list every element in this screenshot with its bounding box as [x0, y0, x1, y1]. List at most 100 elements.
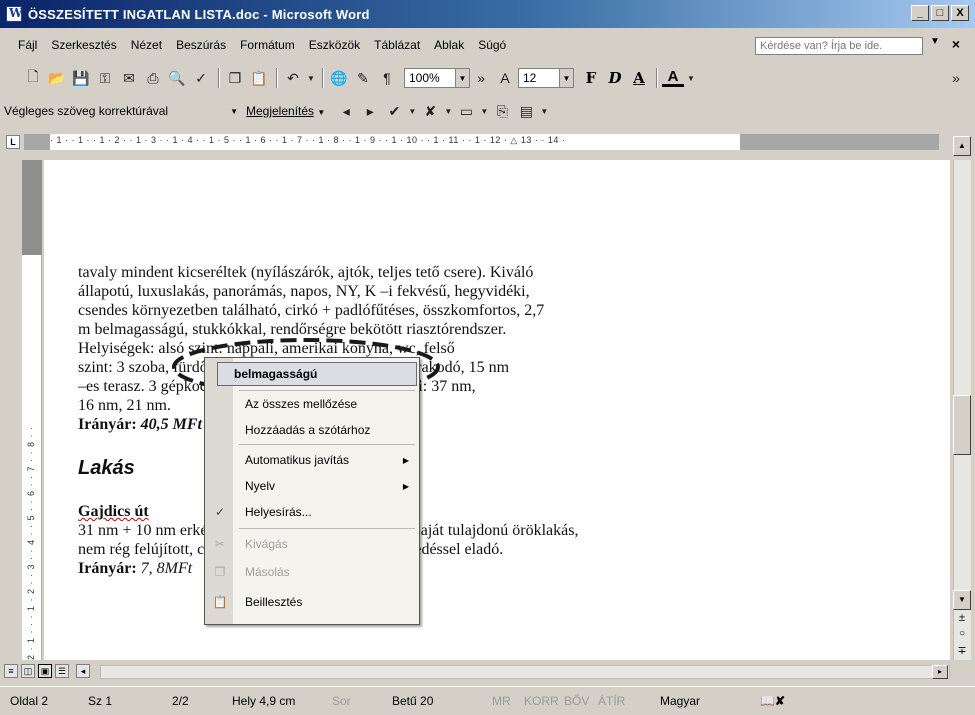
submenu-arrow-icon: ▶: [402, 455, 409, 465]
close-button[interactable]: X: [951, 5, 969, 21]
vertical-ruler-marks: 2 · 1 · · · 1 · 2 · · 3 · · 4 · · 5 · · …: [26, 425, 36, 660]
show-menu-button[interactable]: Megjelenítés ▼: [246, 104, 325, 118]
print-icon[interactable]: ⎙: [142, 67, 164, 89]
undo-icon[interactable]: ↶: [282, 67, 304, 89]
copy-item[interactable]: ❐ Másolás: [205, 560, 419, 584]
web-layout-icon[interactable]: ◫: [21, 664, 35, 678]
status-track-changes[interactable]: KORR: [524, 694, 559, 708]
new-document-icon[interactable]: 🗋: [22, 67, 44, 89]
autocorrect-item[interactable]: Automatikus javítás ▶: [205, 448, 419, 472]
zoom-select[interactable]: 100% ▼: [404, 68, 470, 88]
previous-change-icon[interactable]: ◂: [335, 100, 357, 122]
save-icon[interactable]: 💾: [70, 67, 92, 89]
spelling-context-menu: belmagasságú Az összes mellőzése Hozzáad…: [204, 357, 420, 625]
font-size-select[interactable]: 12 ▼: [518, 68, 574, 88]
track-changes-icon[interactable]: ⎘: [491, 100, 513, 122]
font-color-dropdown-icon[interactable]: ▼: [686, 67, 696, 89]
underline-button[interactable]: A: [628, 67, 650, 89]
display-for-review-select[interactable]: Végleges szöveg korrektúrával ▼: [4, 101, 242, 121]
menu-file[interactable]: Fájl: [18, 38, 37, 52]
print-preview-icon[interactable]: 🔍: [166, 67, 188, 89]
document-page[interactable]: tavaly mindent kicseréltek (nyílászárók,…: [44, 160, 950, 660]
font-size-value: 12: [523, 71, 537, 85]
cut-item[interactable]: ✂ Kivágás: [205, 532, 419, 556]
status-extend[interactable]: BŐV: [564, 694, 589, 708]
outline-view-icon[interactable]: ☰: [55, 664, 69, 678]
scroll-up-icon[interactable]: ▲: [953, 136, 971, 156]
next-page-icon[interactable]: ∓: [953, 644, 971, 658]
horizontal-ruler[interactable]: · 1 · · 1 · · 1 · 2 · · 1 · 3 · · 1 · 4 …: [24, 134, 939, 150]
email-icon[interactable]: ✉: [118, 67, 140, 89]
next-change-icon[interactable]: ▸: [359, 100, 381, 122]
add-to-dictionary-label: Hozzáadás a szótárhoz: [245, 423, 371, 437]
reject-dropdown-icon[interactable]: ▼: [443, 100, 453, 122]
language-item[interactable]: Nyelv ▶: [205, 474, 419, 498]
insert-comment-icon[interactable]: ▭: [455, 100, 477, 122]
tab-selector[interactable]: L: [6, 135, 20, 149]
permission-icon[interactable]: ⚿: [94, 67, 116, 89]
toolbar-separator: [656, 68, 658, 88]
scroll-right-icon[interactable]: ▸: [932, 665, 948, 679]
ignore-all-label: Az összes mellőzése: [245, 397, 358, 411]
paste-icon[interactable]: 📋: [248, 67, 270, 89]
minimize-button[interactable]: _: [911, 5, 929, 21]
submenu-arrow-icon: ▶: [402, 481, 409, 491]
doc-line: állapotú, luxuslakás, panorámás, napos, …: [78, 283, 530, 300]
menu-insert[interactable]: Beszúrás: [176, 38, 226, 52]
font-color-button[interactable]: A: [662, 68, 684, 87]
status-record-macro[interactable]: MR: [492, 694, 511, 708]
scrollbar-thumb[interactable]: [953, 395, 971, 455]
maximize-button[interactable]: □: [931, 5, 949, 21]
italic-button[interactable]: D: [604, 67, 626, 89]
toolbar-options-icon[interactable]: »: [470, 67, 492, 89]
menu-help[interactable]: Súgó: [478, 38, 506, 52]
copy-label: Másolás: [245, 565, 290, 579]
paste-item[interactable]: 📋 Beillesztés: [205, 590, 419, 614]
hyperlink-icon[interactable]: 🌐: [328, 67, 350, 89]
chevron-down-icon: ▼: [559, 69, 573, 87]
spelling-item[interactable]: ✓ Helyesírás...: [205, 500, 419, 524]
menu-edit[interactable]: Szerkesztés: [51, 38, 116, 52]
bold-button[interactable]: F: [580, 67, 602, 89]
scroll-down-icon[interactable]: ▼: [953, 590, 971, 610]
previous-page-icon[interactable]: ±: [953, 612, 971, 626]
menu-table[interactable]: Táblázat: [374, 38, 420, 52]
undo-dropdown-icon[interactable]: ▼: [306, 67, 316, 89]
reject-change-icon[interactable]: ✘: [419, 100, 441, 122]
style-icon[interactable]: A: [494, 67, 516, 89]
chevron-down-icon[interactable]: ▼: [930, 36, 940, 47]
status-overtype[interactable]: ÁTÍR: [598, 694, 625, 708]
drawing-icon[interactable]: ✎: [352, 67, 374, 89]
status-page-count: 2/2: [172, 694, 189, 708]
accept-dropdown-icon[interactable]: ▼: [407, 100, 417, 122]
toolbar-options-icon[interactable]: »: [945, 67, 967, 89]
print-layout-icon[interactable]: ▣: [38, 664, 52, 678]
ask-question-input[interactable]: Kérdése van? Írja be ide.: [755, 37, 923, 55]
add-to-dictionary-item[interactable]: Hozzáadás a szótárhoz: [205, 418, 419, 442]
menu-view[interactable]: Nézet: [131, 38, 162, 52]
select-browse-object-icon[interactable]: ○: [953, 628, 971, 642]
menu-window[interactable]: Ablak: [434, 38, 464, 52]
accept-change-icon[interactable]: ✔: [383, 100, 405, 122]
spelling-icon[interactable]: ✓: [190, 67, 212, 89]
spelling-suggestion[interactable]: belmagasságú: [217, 362, 417, 386]
open-folder-icon[interactable]: 📂: [46, 67, 68, 89]
toolbar-dropdown-icon[interactable]: ▼: [539, 100, 549, 122]
spelling-status-icon[interactable]: 📖✘: [760, 694, 785, 708]
scroll-left-icon[interactable]: ◂: [76, 664, 90, 678]
zoom-value: 100%: [409, 71, 440, 85]
word-app-icon[interactable]: [6, 6, 22, 22]
paragraph-mark-icon[interactable]: ¶: [376, 67, 398, 89]
menu-format[interactable]: Formátum: [240, 38, 295, 52]
reviewing-pane-icon[interactable]: ▤: [515, 100, 537, 122]
comment-dropdown-icon[interactable]: ▼: [479, 100, 489, 122]
horizontal-scrollbar[interactable]: [100, 665, 950, 679]
ignore-all-item[interactable]: Az összes mellőzése: [205, 392, 419, 416]
status-language[interactable]: Magyar: [660, 694, 700, 708]
chevron-down-icon: ▼: [455, 69, 469, 87]
normal-view-icon[interactable]: ≡: [4, 664, 18, 678]
copy-icon[interactable]: ❐: [224, 67, 246, 89]
close-document-button[interactable]: ×: [945, 36, 967, 54]
word-window: ÖSSZESÍTETT INGATLAN LISTA.doc - Microso…: [0, 0, 975, 715]
menu-tools[interactable]: Eszközök: [309, 38, 360, 52]
